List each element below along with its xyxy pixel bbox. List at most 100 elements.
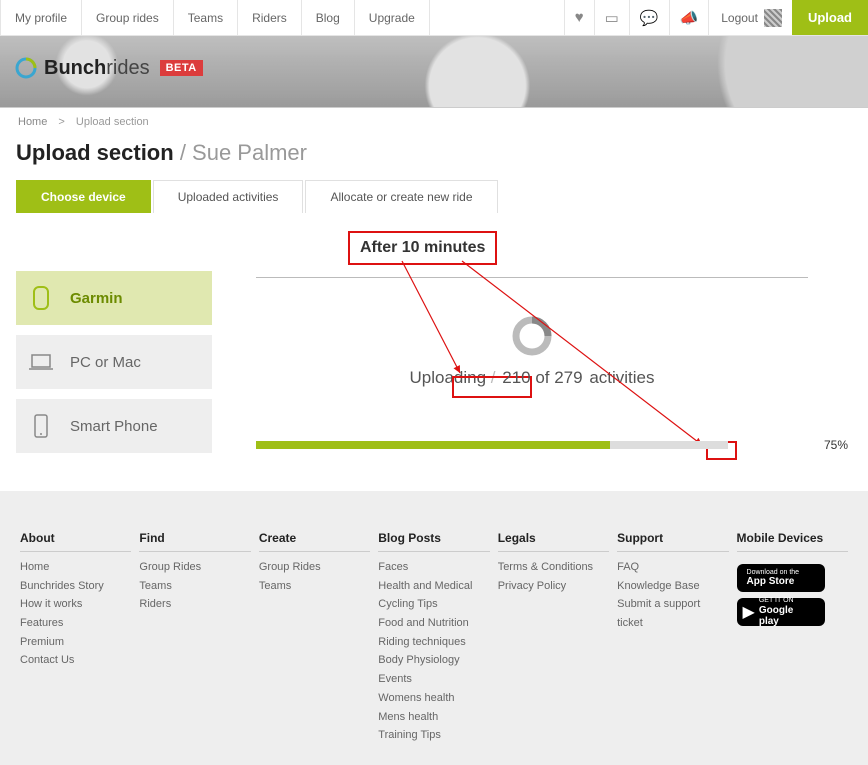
footer-link[interactable]: Faces xyxy=(378,558,489,577)
title-user: Sue Palmer xyxy=(192,140,307,165)
footer-link[interactable]: Teams xyxy=(139,577,250,596)
nav-riders[interactable]: Riders xyxy=(238,0,302,35)
breadcrumb-home[interactable]: Home xyxy=(18,116,47,128)
footer-link[interactable]: Cycling Tips xyxy=(378,595,489,614)
tabs: Choose device Uploaded activities Alloca… xyxy=(0,180,868,213)
progress-fill xyxy=(256,441,610,449)
tab-choose-device[interactable]: Choose device xyxy=(16,180,151,213)
upload-button[interactable]: Upload xyxy=(792,0,868,35)
uploading-suffix: activities xyxy=(589,368,654,387)
brand-light: rides xyxy=(106,57,149,79)
footer-link[interactable]: Terms & Conditions xyxy=(498,558,609,577)
footer-heading-support: Support xyxy=(617,531,728,552)
footer-link[interactable]: Group Rides xyxy=(259,558,370,577)
footer-link[interactable]: Womens health xyxy=(378,689,489,708)
footer-heading-mobile: Mobile Devices xyxy=(737,531,848,552)
nav-left: My profile Group rides Teams Riders Blog… xyxy=(0,0,564,35)
uploading-text: Uploading / 210 of 279 activities xyxy=(212,368,852,388)
device-smart-phone[interactable]: Smart Phone xyxy=(16,399,212,453)
breadcrumb-sep: > xyxy=(58,116,64,128)
footer-link[interactable]: Premium xyxy=(20,633,131,652)
footer-link[interactable]: Mens health xyxy=(378,708,489,727)
footer-link[interactable]: Health and Medical xyxy=(378,577,489,596)
footer-link[interactable]: Privacy Policy xyxy=(498,577,609,596)
device-garmin-label: Garmin xyxy=(70,290,123,307)
nav-my-profile[interactable]: My profile xyxy=(0,0,82,35)
footer-link[interactable]: Training Tips xyxy=(378,726,489,745)
device-list: Garmin PC or Mac Smart Phone xyxy=(16,213,212,463)
footer-link[interactable]: Contact Us xyxy=(20,651,131,670)
beta-badge: BETA xyxy=(160,60,203,76)
footer-heading-create: Create xyxy=(259,531,370,552)
footer-link[interactable]: Home xyxy=(20,558,131,577)
device-pc-mac[interactable]: PC or Mac xyxy=(16,335,212,389)
footer-link[interactable]: Knowledge Base xyxy=(617,577,728,596)
footer-col-find: Find Group Rides Teams Riders xyxy=(139,531,250,745)
logout-label: Logout xyxy=(721,11,758,25)
brand-name: Bunchrides xyxy=(44,57,150,80)
uploading-prefix: Uploading xyxy=(409,368,486,387)
footer-heading-about: About xyxy=(20,531,131,552)
upload-panel: After 10 minutes Uploading / 210 xyxy=(212,213,852,463)
play-big: Google play xyxy=(759,605,793,627)
nav-teams[interactable]: Teams xyxy=(174,0,238,35)
spinner-icon xyxy=(508,312,556,360)
footer-col-create: Create Group Rides Teams xyxy=(259,531,370,745)
progress-row: 75% xyxy=(212,436,852,454)
logout-link[interactable]: Logout xyxy=(708,0,792,35)
progress-percent: 75% xyxy=(820,436,852,454)
title-section: Upload section xyxy=(16,140,174,165)
top-nav: My profile Group rides Teams Riders Blog… xyxy=(0,0,868,36)
play-small: GET IT ON xyxy=(759,597,794,604)
upload-status: Uploading / 210 of 279 activities xyxy=(212,278,852,388)
brand-bold: Bunch xyxy=(44,57,106,79)
footer-link[interactable]: Submit a support ticket xyxy=(617,595,728,632)
annotation-after-10-minutes: After 10 minutes xyxy=(348,231,497,265)
logo-icon xyxy=(14,56,38,80)
footer-link[interactable]: Bunchrides Story xyxy=(20,577,131,596)
book-icon[interactable]: ▭ xyxy=(594,0,629,35)
breadcrumb-current: Upload section xyxy=(76,116,149,128)
footer-col-support: Support FAQ Knowledge Base Submit a supp… xyxy=(617,531,728,745)
footer-link[interactable]: Riders xyxy=(139,595,250,614)
tab-allocate-ride[interactable]: Allocate or create new ride xyxy=(305,180,497,213)
comment-icon[interactable]: 💬 xyxy=(629,0,669,35)
footer-col-mobile: Mobile Devices Download on theApp Store … xyxy=(737,531,848,745)
appstore-badge[interactable]: Download on theApp Store xyxy=(737,564,825,592)
footer-link[interactable]: Body Physiology xyxy=(378,651,489,670)
nav-group-rides[interactable]: Group rides xyxy=(82,0,174,35)
footer-link[interactable]: Features xyxy=(20,614,131,633)
nav-upgrade[interactable]: Upgrade xyxy=(355,0,430,35)
avatar xyxy=(764,9,782,27)
footer-link[interactable]: FAQ xyxy=(617,558,728,577)
footer-link[interactable]: Food and Nutrition xyxy=(378,614,489,633)
appstore-big: App Store xyxy=(747,576,795,587)
device-pc-mac-label: PC or Mac xyxy=(70,354,141,371)
footer-heading-find: Find xyxy=(139,531,250,552)
footer-link[interactable]: Events xyxy=(378,670,489,689)
tab-uploaded-activities[interactable]: Uploaded activities xyxy=(153,180,304,213)
footer-heading-legals: Legals xyxy=(498,531,609,552)
main-content: Garmin PC or Mac Smart Phone After 10 mi… xyxy=(0,213,868,483)
smartphone-icon xyxy=(28,412,54,440)
announcement-icon[interactable]: 📣 xyxy=(669,0,709,35)
footer-heading-blog: Blog Posts xyxy=(378,531,489,552)
progress-bar xyxy=(256,441,728,449)
googleplay-badge[interactable]: ▶ GET IT ONGoogle play xyxy=(737,598,825,626)
footer: About Home Bunchrides Story How it works… xyxy=(0,491,868,765)
nav-blog[interactable]: Blog xyxy=(302,0,355,35)
footer-link[interactable]: Teams xyxy=(259,577,370,596)
uploading-counts: 210 of 279 xyxy=(500,368,584,388)
device-smart-phone-label: Smart Phone xyxy=(70,418,158,435)
appstore-small: Download on the xyxy=(747,569,800,576)
footer-col-blog: Blog Posts Faces Health and Medical Cycl… xyxy=(378,531,489,745)
footer-link[interactable]: Riding techniques xyxy=(378,633,489,652)
device-garmin[interactable]: Garmin xyxy=(16,271,212,325)
footer-link[interactable]: Group Rides xyxy=(139,558,250,577)
garmin-icon xyxy=(28,284,54,312)
hero-banner: Bunchrides BETA xyxy=(0,36,868,108)
googleplay-icon: ▶ xyxy=(743,602,755,622)
heart-icon[interactable]: ♥ xyxy=(564,0,594,35)
breadcrumb: Home > Upload section xyxy=(0,108,868,136)
footer-link[interactable]: How it works xyxy=(20,595,131,614)
